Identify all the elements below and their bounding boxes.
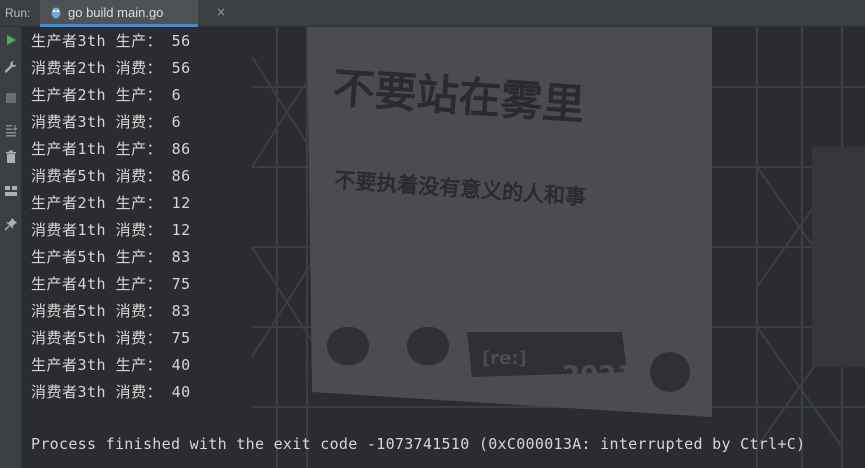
console-line: 消费者3th 消费： 40 (31, 383, 191, 401)
scroll-to-end-icon (6, 125, 18, 137)
trash-icon (6, 150, 16, 163)
console-line: 消费者5th 消费： 86 (31, 167, 191, 185)
console-line: 生产者5th 生产： 83 (31, 248, 191, 266)
clear-all-button[interactable] (2, 148, 20, 166)
console-line: 消费者3th 消费： 6 (31, 113, 182, 131)
go-gopher-icon (51, 7, 61, 19)
billboard-badge: [re:] (482, 348, 527, 369)
console-line: 生产者3th 生产： 56 (31, 32, 191, 50)
pin-tab-button[interactable] (2, 215, 20, 233)
console-line: 生产者3th 生产： 40 (31, 356, 191, 374)
scroll-to-end-button[interactable] (2, 121, 20, 139)
billboard-year: 2021 (562, 361, 634, 391)
rerun-button[interactable] (2, 31, 20, 49)
run-label: Run: (5, 6, 31, 20)
stop-icon (6, 93, 16, 103)
tab-go-build-main[interactable]: go build main.go × (40, 0, 226, 27)
run-icon (7, 35, 16, 45)
pin-icon (4, 218, 17, 231)
process-exit-message: Process finished with the exit code -107… (31, 435, 806, 453)
console-line: 消费者1th 消费： 12 (31, 221, 191, 239)
tab-title: go build main.go (68, 5, 164, 20)
console-lines: 生产者3th 生产： 56 消费者2th 消费： 56 生产者2th 生产： 6… (31, 32, 191, 410)
run-tool-window-header: Run: go build main.go × (0, 0, 865, 27)
settings-button[interactable] (2, 58, 20, 76)
layout-icon (5, 186, 17, 196)
console-line: 消费者5th 消费： 75 (31, 329, 191, 347)
layout-button[interactable] (2, 182, 20, 200)
wrench-icon (4, 61, 17, 73)
console-line: 生产者2th 生产： 12 (31, 194, 191, 212)
console-line: 消费者5th 消费： 83 (31, 302, 191, 320)
console-line: 生产者4th 生产： 75 (31, 275, 191, 293)
close-icon[interactable]: × (216, 5, 226, 19)
run-toolbar (0, 27, 22, 468)
stop-button[interactable] (2, 89, 20, 107)
console-line: 生产者2th 生产： 6 (31, 86, 182, 104)
console-line: 消费者2th 消费： 56 (31, 59, 191, 77)
console-line: 生产者1th 生产： 86 (31, 140, 191, 158)
console-output[interactable]: 不要站在雾里 不要执着没有意义的人和事 [re:] 2021 生产者3th 生产… (22, 27, 865, 468)
